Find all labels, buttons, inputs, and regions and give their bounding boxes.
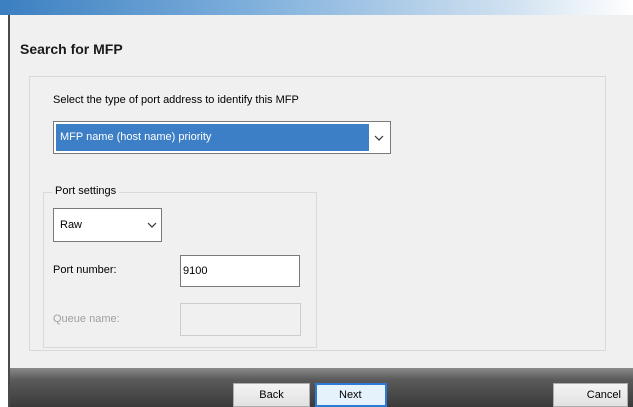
protocol-select-value: Raw: [60, 219, 83, 231]
port-settings-legend: Port settings: [52, 185, 120, 197]
port-type-select[interactable]: MFP name (host name) priority: [53, 121, 391, 154]
cancel-button[interactable]: Cancel: [553, 383, 628, 407]
dialog-title: Search for MFP: [20, 41, 123, 57]
port-type-prompt: Select the type of port address to ident…: [53, 94, 299, 106]
queue-name-field: [180, 303, 301, 336]
port-number-label: Port number:: [53, 264, 117, 276]
back-button[interactable]: Back: [233, 383, 310, 407]
protocol-select[interactable]: Raw: [53, 208, 162, 242]
port-number-field[interactable]: 9100: [180, 255, 300, 287]
chevron-down-icon[interactable]: [370, 124, 388, 151]
next-button[interactable]: Next: [315, 383, 387, 407]
queue-name-label: Queue name:: [53, 313, 120, 325]
chevron-down-icon[interactable]: [147, 209, 157, 241]
window-title-strip: [0, 0, 633, 15]
port-type-select-value: MFP name (host name) priority: [56, 124, 369, 151]
